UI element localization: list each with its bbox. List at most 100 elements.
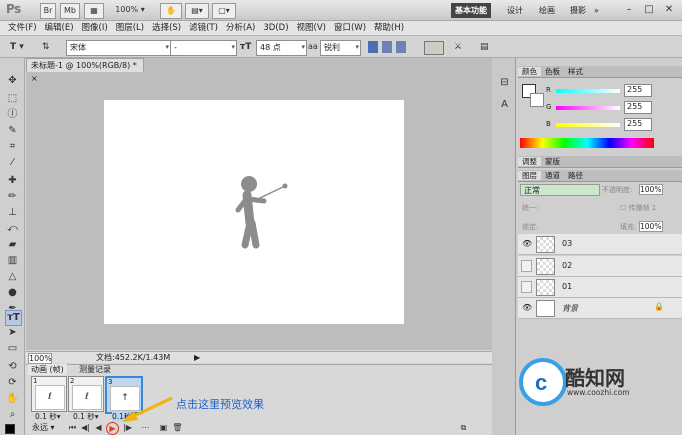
healing-brush-tool-icon[interactable]: ✚	[5, 174, 20, 188]
menu-analysis[interactable]: 分析(A)	[226, 21, 255, 36]
character-panel-icon[interactable]: ▤	[480, 40, 489, 54]
loop-options-select[interactable]: 永远 ▾	[32, 422, 55, 433]
foreground-color-swatch[interactable]	[5, 424, 15, 434]
workspace-painting[interactable]: 绘画	[535, 3, 559, 18]
tab-color[interactable]: 颜色	[518, 67, 541, 76]
bridge-button[interactable]: Br	[40, 3, 56, 19]
crop-tool-icon[interactable]: ⌗	[5, 140, 20, 154]
menu-filter[interactable]: 滤镜(T)	[189, 21, 218, 36]
quick-select-tool-icon[interactable]: ✎	[5, 124, 20, 138]
animation-frame-1[interactable]: 1ℓ	[31, 376, 67, 412]
warp-text-icon[interactable]: ⚔	[454, 40, 462, 54]
tab-layers[interactable]: 图层	[518, 171, 541, 180]
blur-tool-icon[interactable]: △	[5, 270, 20, 284]
layer-name[interactable]: 背景	[562, 303, 578, 314]
eraser-tool-icon[interactable]: ▰	[5, 238, 20, 252]
zoom-level-dropdown[interactable]: 100% ▾	[110, 3, 150, 17]
tab-channels[interactable]: 通道	[541, 171, 564, 180]
shape-tool-icon[interactable]: ▭	[5, 342, 20, 356]
clone-stamp-tool-icon[interactable]: ⊥	[5, 206, 20, 220]
font-family-select[interactable]: 宋体 ▾	[66, 40, 171, 56]
minibridge-button[interactable]: Mb	[60, 3, 80, 19]
gradient-tool-icon[interactable]: ▥	[5, 254, 20, 268]
propagate-frame-checkbox[interactable]: ☐ 传播帧 1	[620, 203, 656, 213]
dodge-tool-icon[interactable]: ●	[5, 286, 20, 300]
visibility-toggle[interactable]	[521, 281, 532, 293]
close-icon[interactable]: ✕	[662, 3, 676, 17]
menu-image[interactable]: 图像(I)	[82, 21, 108, 36]
workspace-photography[interactable]: 摄影	[566, 3, 590, 18]
layer-name[interactable]: 03	[562, 239, 572, 248]
menu-help[interactable]: 帮助(H)	[374, 21, 404, 36]
frame-delay-1[interactable]: 0.1 秒▾	[35, 411, 61, 422]
layer-name[interactable]: 02	[562, 261, 572, 270]
minimize-icon[interactable]: –	[622, 3, 636, 17]
hand-tool-button[interactable]: ✋	[160, 3, 182, 19]
3d-rotate-tool-icon[interactable]: ⟲	[5, 360, 20, 374]
text-tool-preset-button[interactable]: T ▾	[10, 40, 24, 54]
g-value-field[interactable]: 255	[624, 101, 652, 114]
eye-icon[interactable]: 👁	[522, 239, 532, 248]
text-color-swatch[interactable]	[424, 41, 444, 55]
3d-orbit-tool-icon[interactable]: ⟳	[5, 376, 20, 390]
history-brush-tool-icon[interactable]: ⤺	[5, 222, 20, 236]
b-slider[interactable]	[556, 123, 620, 127]
menu-file[interactable]: 文件(F)	[8, 21, 37, 36]
screen-mode-button[interactable]: ▢▾	[212, 3, 236, 19]
layer-row-01[interactable]: 01	[518, 277, 682, 298]
document-tab[interactable]: 未标题-1 @ 100%(RGB/8) * ×	[26, 58, 144, 83]
zoom-status-field[interactable]: 100%	[28, 353, 52, 364]
eye-icon[interactable]: 👁	[522, 303, 532, 312]
opacity-field[interactable]: 100%	[639, 184, 663, 195]
status-menu-arrow-icon[interactable]: ▶	[194, 352, 200, 363]
maximize-icon[interactable]: □	[642, 3, 656, 17]
menu-3d[interactable]: 3D(D)	[263, 21, 288, 36]
layer-row-03[interactable]: 👁 03	[518, 234, 682, 255]
prev-icon[interactable]: ◀	[93, 422, 104, 433]
menu-layer[interactable]: 图层(L)	[116, 21, 144, 36]
blend-mode-select[interactable]: 正常	[520, 184, 600, 196]
menu-window[interactable]: 窗口(W)	[334, 21, 366, 36]
layer-row-background[interactable]: 👁 背景 🔒	[518, 298, 682, 319]
type-tool-icon[interactable]: ᴛT	[5, 310, 22, 326]
antialias-select[interactable]: 锐利 ▾	[320, 40, 361, 56]
layer-name[interactable]: 01	[562, 282, 572, 291]
b-value-field[interactable]: 255	[624, 118, 652, 131]
tab-measurement-log[interactable]: 测量记录	[76, 364, 114, 375]
tab-animation[interactable]: 动画 (帧)	[28, 364, 67, 375]
view-extras-button[interactable]: ▦	[84, 3, 104, 19]
first-frame-icon[interactable]: ⏮	[67, 422, 78, 433]
menu-select[interactable]: 选择(S)	[152, 21, 181, 36]
align-right-button[interactable]	[396, 41, 406, 53]
menu-view[interactable]: 视图(V)	[297, 21, 326, 36]
tab-adjustments[interactable]: 调整	[518, 157, 541, 166]
text-orientation-icon[interactable]: ⇅	[42, 40, 50, 54]
move-tool-icon[interactable]: ✥	[5, 74, 20, 88]
menu-edit[interactable]: 编辑(E)	[45, 21, 74, 36]
convert-timeline-icon[interactable]: ⧉	[458, 422, 469, 433]
character-panel-icon[interactable]: A	[497, 98, 512, 112]
visibility-toggle[interactable]	[521, 260, 532, 272]
g-slider[interactable]	[556, 106, 620, 110]
tab-masks[interactable]: 蒙版	[541, 157, 564, 166]
lasso-tool-icon[interactable]: ⓛ	[5, 108, 20, 122]
tab-paths[interactable]: 路径	[564, 171, 587, 180]
r-slider[interactable]	[556, 89, 620, 93]
fill-field[interactable]: 100%	[639, 221, 663, 232]
history-panel-icon[interactable]: ⊟	[497, 76, 512, 90]
animation-frame-2[interactable]: 2ℓ	[68, 376, 104, 412]
font-size-select[interactable]: 48 点 ▾	[256, 40, 307, 56]
workspace-more[interactable]: »	[590, 3, 603, 18]
path-selection-tool-icon[interactable]: ➤	[5, 326, 20, 340]
workspace-design[interactable]: 设计	[503, 3, 527, 18]
workspace-essentials[interactable]: 基本功能	[451, 3, 491, 18]
close-tab-icon[interactable]: ×	[31, 74, 38, 83]
color-spectrum-ramp[interactable]	[520, 138, 654, 148]
brush-tool-icon[interactable]: ✏	[5, 190, 20, 204]
canvas[interactable]	[104, 100, 404, 324]
marquee-tool-icon[interactable]: ⬚	[5, 92, 20, 106]
layer-row-02[interactable]: 02	[518, 256, 682, 277]
align-center-button[interactable]	[382, 41, 392, 53]
zoom-tool-icon[interactable]: ⌕	[5, 408, 20, 422]
arrange-documents-button[interactable]: ▤▾	[185, 3, 209, 19]
